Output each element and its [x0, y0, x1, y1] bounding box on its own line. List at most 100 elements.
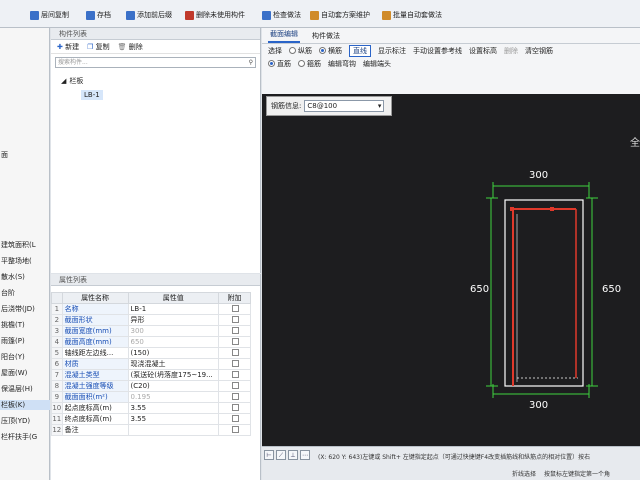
copy-layers-button[interactable]: 层间复制	[30, 8, 69, 22]
property-row[interactable]: 3 截面宽度(mm) 300	[51, 325, 251, 337]
set-origin-button[interactable]: 设置标高	[469, 46, 497, 56]
nav-item[interactable]: 台阶	[0, 288, 50, 298]
header-name: 属性名称	[61, 292, 129, 304]
property-value[interactable]: 0.195	[127, 391, 220, 403]
rebar-dot	[550, 207, 554, 211]
nav-item[interactable]: 平整场地(	[0, 256, 50, 266]
property-row[interactable]: 11 终点底标高(m) 3.55	[51, 413, 251, 425]
drawing-canvas[interactable]: 钢筋信息: C8@100 ▾ 全 300 300 650 650	[262, 94, 640, 446]
row-index: 2	[51, 314, 63, 326]
property-value[interactable]	[127, 424, 220, 436]
tab-section-edit[interactable]: 截面编辑	[268, 27, 300, 43]
rebar-dot	[510, 207, 514, 211]
radio-straight[interactable]: 直筋	[268, 59, 291, 69]
property-row[interactable]: 7 混凝土类型 (泵送砼(坍落度175~19...	[51, 369, 251, 381]
property-name: 截面宽度(mm)	[61, 325, 129, 337]
nav-item[interactable]: 面	[0, 150, 50, 160]
property-row[interactable]: 6 材质 现浇混凝土	[51, 358, 251, 370]
extra-checkbox[interactable]	[232, 370, 240, 378]
rebar-info-select[interactable]: C8@100 ▾	[304, 100, 385, 112]
show-label-button[interactable]: 显示标注	[378, 46, 406, 56]
edit-end-button[interactable]: 编辑端头	[363, 59, 391, 69]
section-drawing	[486, 182, 598, 398]
copy-button[interactable]: ❐ 复制	[87, 42, 110, 52]
extra-checkbox[interactable]	[232, 326, 240, 334]
property-row[interactable]: 9 截面面积(m²) 0.195	[51, 391, 251, 403]
property-value[interactable]: LB-1	[127, 303, 220, 315]
nav-item[interactable]: 屋面(W)	[0, 368, 50, 378]
edit-hook-button[interactable]: 编辑弯钩	[328, 59, 356, 69]
radio-stirrup[interactable]: 横筋	[319, 46, 342, 56]
new-button[interactable]: ✚ 新建	[57, 42, 79, 52]
property-value[interactable]: 300	[127, 325, 220, 337]
check-method-button[interactable]: 检查做法	[262, 8, 301, 22]
tree-root-parapet[interactable]: ◢ 栏板	[61, 76, 83, 86]
auto-scheme-button[interactable]: 自动套方案维护	[310, 8, 370, 22]
manual-ref-button[interactable]: 手动设置参考线	[413, 46, 462, 56]
property-row[interactable]: 5 轴线距左边线... (150)	[51, 347, 251, 359]
nav-item[interactable]: 后浇带(JD)	[0, 304, 50, 314]
batch-auto-button[interactable]: 批量自动套做法	[382, 8, 442, 22]
nav-item[interactable]: 阳台(Y)	[0, 352, 50, 362]
tree-leaf-lb1[interactable]: LB-1	[81, 90, 103, 100]
extra-checkbox[interactable]	[232, 381, 240, 389]
nav-item[interactable]: 保温层(H)	[0, 384, 50, 394]
extra-checkbox[interactable]	[232, 403, 240, 411]
property-value[interactable]: 异形	[127, 314, 220, 326]
extra-checkbox[interactable]	[232, 337, 240, 345]
radio-icon	[298, 60, 305, 67]
delete-rebar-button[interactable]: 删除	[504, 46, 518, 56]
property-value[interactable]: (150)	[127, 347, 220, 359]
extra-checkbox[interactable]	[232, 304, 240, 312]
property-value[interactable]: 3.55	[127, 413, 220, 425]
snap-endpoint-icon[interactable]: ⊢	[264, 450, 274, 460]
property-row[interactable]: 12 备注	[51, 424, 251, 436]
polyline-select[interactable]: 折线选择	[512, 471, 536, 478]
nav-item[interactable]: 建筑面积(L	[0, 240, 50, 250]
extra-cell	[218, 314, 251, 326]
add-affix-button[interactable]: 添加前后缀	[126, 8, 172, 22]
property-row[interactable]: 4 截面高度(mm) 650	[51, 336, 251, 348]
snap-midpoint-icon[interactable]: ⟋	[276, 450, 286, 460]
extra-cell	[218, 424, 251, 436]
delete-button[interactable]: 🗑 删除	[118, 42, 143, 52]
snap-tools: ⊢ ⟋ ⊥ ⋯	[264, 450, 310, 460]
property-row[interactable]: 1 名称 LB-1	[51, 303, 251, 315]
radio-long-rebar[interactable]: 纵筋	[289, 46, 312, 56]
save-button[interactable]: 存档	[86, 8, 111, 22]
extra-cell	[218, 369, 251, 381]
straight-line-button[interactable]: 直线	[349, 44, 371, 57]
property-value[interactable]: 3.55	[127, 402, 220, 414]
nav-item-selected[interactable]: 栏板(K)	[0, 400, 50, 410]
delete-unused-button[interactable]: 删除未使用构件	[185, 8, 245, 22]
property-row[interactable]: 8 混凝土强度等级 (C20)	[51, 380, 251, 392]
extra-checkbox[interactable]	[232, 348, 240, 356]
extra-checkbox[interactable]	[232, 315, 240, 323]
snap-settings-icon[interactable]: ⋯	[300, 450, 310, 460]
extra-checkbox[interactable]	[232, 359, 240, 367]
dim-left-label: 650	[470, 284, 490, 295]
nav-item[interactable]: 挑檐(T)	[0, 320, 50, 330]
extra-checkbox[interactable]	[232, 392, 240, 400]
extra-cell	[218, 358, 251, 370]
nav-item[interactable]: 压顶(YD)	[0, 416, 50, 426]
property-value[interactable]: (泵送砼(坍落度175~19...	[127, 369, 220, 381]
nav-item[interactable]: 散水(S)	[0, 272, 50, 282]
tab-component-method[interactable]: 构件做法	[310, 29, 342, 43]
clear-rebar-button[interactable]: 清空钢筋	[525, 46, 553, 56]
property-value[interactable]: (C20)	[127, 380, 220, 392]
property-row[interactable]: 2 截面形状 异形	[51, 314, 251, 326]
search-input[interactable]: 搜索构件... ⚲	[55, 57, 256, 68]
extra-checkbox[interactable]	[232, 425, 240, 433]
nav-item[interactable]: 栏杆扶手(G	[0, 432, 50, 442]
coords-hint: (X: 620 Y: 643)左键或 Shift+ 左键指定起点（可通过快捷键F…	[318, 454, 591, 461]
radio-curved[interactable]: 箍筋	[298, 59, 321, 69]
property-value[interactable]: 650	[127, 336, 220, 348]
header-idx	[51, 292, 63, 304]
snap-perpendicular-icon[interactable]: ⊥	[288, 450, 298, 460]
select-tool[interactable]: 选择	[268, 46, 282, 56]
nav-item[interactable]: 雨篷(P)	[0, 336, 50, 346]
extra-checkbox[interactable]	[232, 414, 240, 422]
property-value[interactable]: 现浇混凝土	[127, 358, 220, 370]
property-row[interactable]: 10 起点底标高(m) 3.55	[51, 402, 251, 414]
